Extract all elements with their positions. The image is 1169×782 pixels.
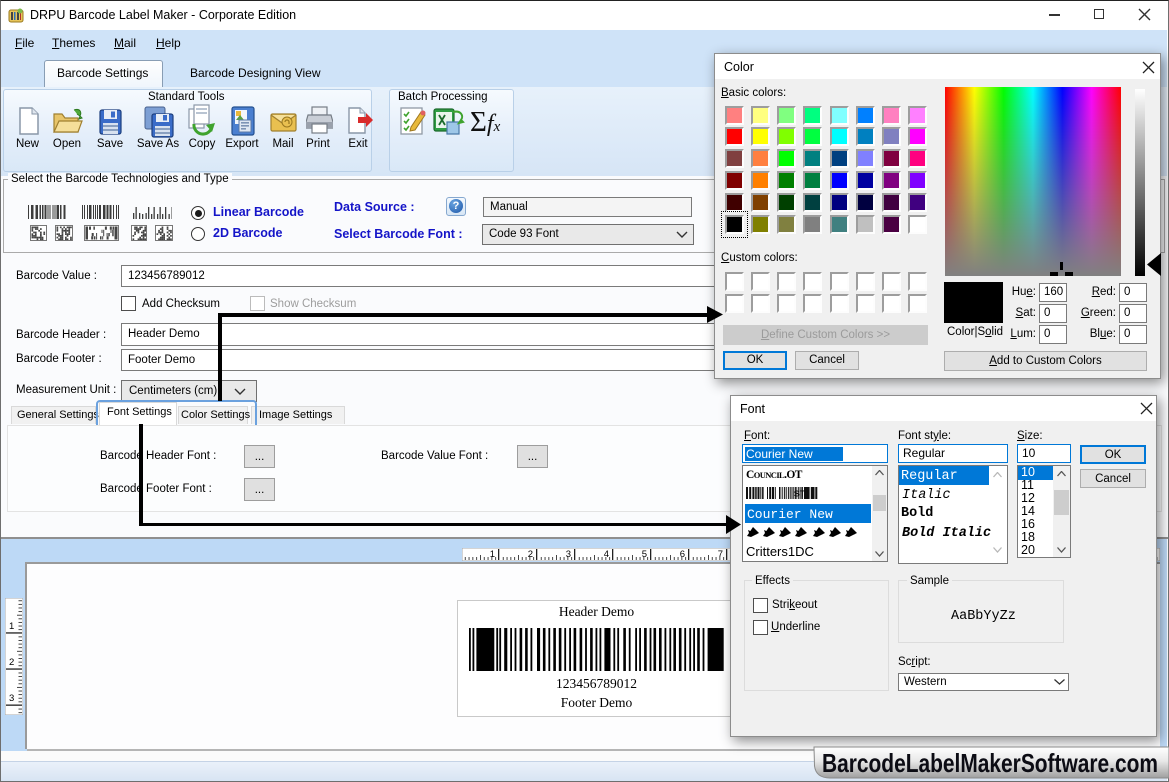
svg-text:6: 6: [680, 549, 685, 560]
svg-text:3: 3: [9, 693, 14, 704]
svg-text:2: 2: [9, 657, 14, 668]
svg-text:5: 5: [642, 549, 647, 560]
svg-text:7: 7: [718, 549, 723, 560]
svg-text:1: 1: [9, 621, 14, 632]
svg-text:4: 4: [604, 549, 609, 560]
svg-text:ST: ST: [794, 489, 806, 499]
svg-text:BarcodeLabelMakerSoftware.com: BarcodeLabelMakerSoftware.com: [822, 748, 1158, 778]
svg-text:1: 1: [490, 549, 495, 560]
svg-text:2: 2: [528, 549, 533, 560]
svg-text:3: 3: [566, 549, 571, 560]
